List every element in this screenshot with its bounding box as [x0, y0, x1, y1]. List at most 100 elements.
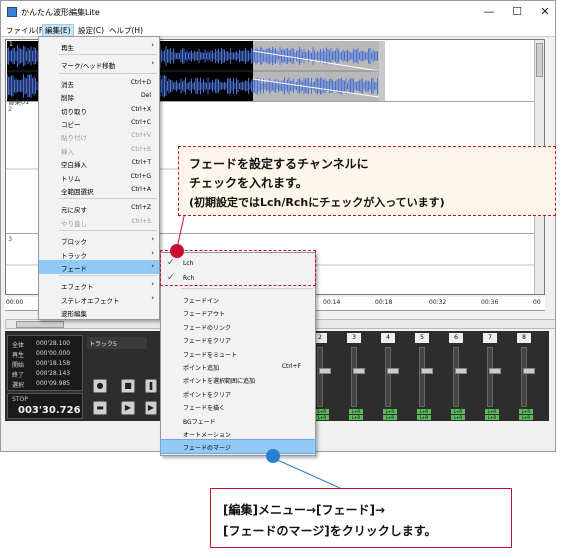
mixer-channel: 3 L+R L+R [347, 331, 373, 421]
menu-item-label: 切り取り [61, 107, 87, 116]
menu-separator [181, 288, 313, 289]
menu-item-label: 削除 [61, 94, 74, 103]
menu-item-shortcut: Ctrl+V [131, 132, 151, 140]
fader-knob[interactable] [421, 368, 433, 374]
time-label: 全体 [12, 342, 25, 349]
menu-separator [59, 230, 157, 232]
edit-menu-item[interactable]: 再生 › [39, 39, 159, 53]
fader-knob[interactable] [523, 368, 535, 374]
edit-menu-item[interactable]: 消去 Ctrl+D [39, 76, 159, 90]
time-label: 開始 [12, 362, 25, 369]
scroll-thumb[interactable] [16, 321, 64, 328]
channel-lr-button[interactable]: L+R [383, 409, 397, 414]
edit-menu-item[interactable]: 削除 Del [39, 89, 159, 103]
pause-icon[interactable]: ❚ [145, 379, 157, 393]
fade-menu-item[interactable]: フェードをクリア [161, 333, 315, 346]
fade-menu-item[interactable]: ポイントをクリア [161, 387, 315, 400]
edit-menu-item[interactable]: トラック › [39, 247, 159, 261]
record-icon[interactable]: ● [93, 379, 107, 393]
channel-lr-button[interactable]: L+R [519, 409, 533, 414]
stop-icon[interactable]: ■ [121, 379, 135, 393]
callout-line: フェードを設定するチャンネルに [189, 157, 369, 171]
volume-fader[interactable] [453, 347, 467, 407]
rewind-icon[interactable]: ▬ [93, 401, 107, 415]
channel-lr-button[interactable]: L+R [485, 409, 499, 414]
edit-menu-item[interactable]: ブロック › [39, 233, 159, 247]
menu-item-label: フェードイン [183, 298, 220, 305]
channel-highlight-box [160, 250, 316, 286]
time-label: 選択 [12, 382, 25, 389]
channel-lr-button[interactable]: L+R [315, 409, 329, 414]
fade-menu-item[interactable]: フェードのリンク [161, 320, 315, 333]
maximize-button[interactable]: ☐ [507, 5, 527, 19]
edit-menu-item[interactable]: 挿入 Ctrl+B [39, 143, 159, 157]
callout-connector [176, 211, 186, 249]
channel-lr-button[interactable]: L+R [349, 409, 363, 414]
fader-knob[interactable] [319, 368, 331, 374]
edit-menu-item[interactable]: 貼り付け Ctrl+V [39, 129, 159, 143]
minimize-button[interactable]: — [479, 5, 499, 19]
edit-menu-item[interactable]: 空白挿入 Ctrl+T [39, 156, 159, 170]
play-icon[interactable]: ▶ [121, 401, 135, 415]
volume-fader[interactable] [419, 347, 433, 407]
edit-menu-item[interactable]: マーク/ヘッド移動 › [39, 57, 159, 71]
fader-knob[interactable] [387, 368, 399, 374]
volume-fader[interactable] [385, 347, 399, 407]
edit-menu-item[interactable]: エフェクト › [39, 278, 159, 292]
menu-help[interactable]: ヘルプ(H) [107, 25, 145, 36]
fader-knob[interactable] [353, 368, 365, 374]
submenu-arrow-icon: › [151, 59, 154, 68]
instruction-callout-merge: [編集]メニュー→[フェード]→ [フェードのマージ]をクリックします。 [210, 488, 512, 548]
fade-menu-item[interactable]: フェードを描く [161, 400, 315, 413]
fade-menu-item[interactable]: フェードアウト [161, 306, 315, 319]
channel-lr-button[interactable]: L+R [451, 415, 465, 420]
channel-lr-button[interactable]: L+R [417, 409, 431, 414]
channel-number: 6 [449, 333, 463, 343]
volume-fader[interactable] [351, 347, 365, 407]
menu-item-label: フェード [61, 265, 87, 273]
fade-menu-item[interactable]: フェードのマージ [160, 439, 316, 455]
fade-menu-item[interactable]: フェードイン [161, 293, 315, 306]
scroll-thumb[interactable] [536, 43, 543, 77]
fade-menu-item[interactable]: ポイントを選択範囲に追加 [161, 373, 315, 386]
volume-fader[interactable] [317, 347, 331, 407]
channel-lr-button[interactable]: L+R [383, 415, 397, 420]
time-label: 再生 [12, 352, 25, 359]
fade-menu-item[interactable]: オートメーション [161, 427, 315, 440]
menu-item-shortcut: Ctrl+D [130, 78, 151, 86]
edit-menu-item[interactable]: ステレオエフェクト › [39, 292, 159, 306]
menu-item-shortcut: Ctrl+G [130, 172, 151, 180]
menu-settings[interactable]: 設定(C) [76, 25, 106, 36]
edit-menu-item[interactable]: 元に戻す Ctrl+Z [39, 201, 159, 215]
track-selector[interactable]: トラック5 [87, 337, 147, 349]
edit-menu-item[interactable]: フェード › [39, 260, 159, 274]
fader-knob[interactable] [455, 368, 467, 374]
volume-fader[interactable] [487, 347, 501, 407]
callout-connector [272, 457, 341, 489]
volume-fader[interactable] [521, 347, 535, 407]
fade-menu-item[interactable]: フェードをミュート [161, 347, 315, 360]
channel-lr-button[interactable]: L+R [315, 415, 329, 420]
edit-menu-item[interactable]: 切り取り Ctrl+X [39, 103, 159, 117]
channel-lr-button[interactable]: L+R [519, 415, 533, 420]
edit-menu-item[interactable]: 全範囲選択 Ctrl+A [39, 183, 159, 197]
channel-lr-button[interactable]: L+R [485, 415, 499, 420]
channel-lr-button[interactable]: L+R [417, 415, 431, 420]
close-button[interactable]: ✕ [535, 5, 555, 19]
submenu-arrow-icon: › [151, 235, 154, 244]
fade-menu-item[interactable]: ポイント追加 Ctrl+F [161, 360, 315, 373]
menu-item-label: フェードのリンク [183, 324, 232, 332]
fader-knob[interactable] [489, 368, 501, 374]
edit-menu-item[interactable]: トリム Ctrl+G [39, 170, 159, 184]
edit-menu-item[interactable]: 波形編集 [39, 305, 159, 319]
channel-lr-button[interactable]: L+R [451, 409, 465, 414]
edit-menu-item[interactable]: やり直し Ctrl+S [39, 215, 159, 229]
edit-menu-item[interactable]: コピー Ctrl+C [39, 116, 159, 130]
track-number: 1 [9, 41, 13, 48]
channel-lr-button[interactable]: L+R [349, 415, 363, 420]
fade-menu-item[interactable]: BGフェード [161, 414, 315, 427]
menu-separator [59, 54, 157, 56]
menu-item-label: ブロック [61, 238, 87, 247]
time-value: 000'00.000 [36, 350, 71, 357]
forward-icon[interactable]: ▶ [145, 401, 157, 415]
